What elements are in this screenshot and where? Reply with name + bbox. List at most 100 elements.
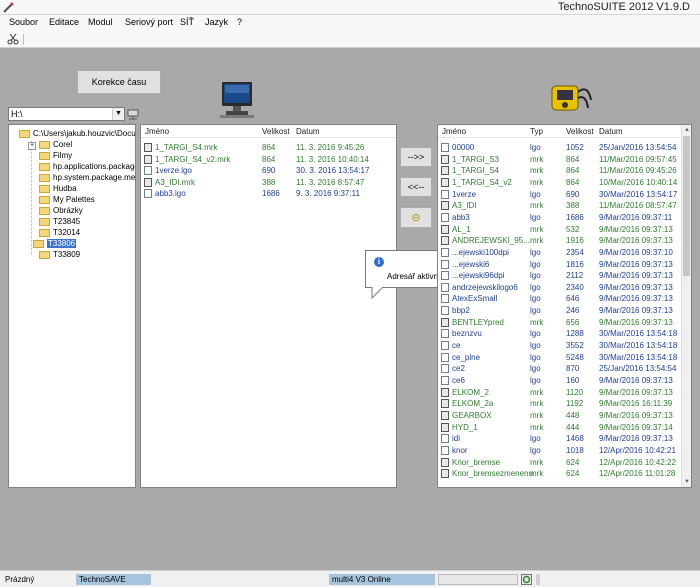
cell-size: 1018 [566, 445, 584, 455]
tree-folder-hudba[interactable]: Hudba [39, 183, 77, 194]
cell-date: 9/Mar/2016 09:37:13 [599, 317, 673, 327]
cell-name: ANDREJEWSKI_95... [452, 236, 530, 246]
mark-file-icon [144, 177, 152, 187]
tree-folder-obrazky[interactable]: Obrázky [39, 205, 83, 216]
table-row[interactable]: andrzejewskilogo6 lgo 2340 9/Mar/2016 09:37… [438, 282, 682, 293]
folder-tree[interactable]: C:\Users\jakub.houzvic\Docu + Corel Film… [8, 124, 136, 488]
table-row[interactable]: Knor_bremsezmeneno mrk 624 12/Apr/2016 11:0… [438, 468, 682, 479]
mark-file-icon [441, 387, 449, 397]
menu-sit[interactable]: SÍŤ [180, 17, 194, 27]
table-row[interactable]: ce2 lgo 870 25/Jan/2016 13:54:54 [438, 363, 682, 374]
table-row[interactable]: 1verze lgo 690 30/Mar/2016 13:54:17 [438, 189, 682, 200]
cell-type: lgo [530, 329, 541, 339]
table-row[interactable]: bbp2 lgo 246 9/Mar/2016 09:37:13 [438, 305, 682, 316]
table-row[interactable]: AtexExSmall lgo 646 9/Mar/2016 09:37:13 [438, 293, 682, 304]
cell-size: 1120 [566, 387, 584, 397]
table-row[interactable]: ce6 lgo 160 9/Mar/2016 09:37:13 [438, 375, 682, 386]
table-row[interactable]: ANDREJEWSKI_95... mrk 1916 9/Mar/2016 09:37… [438, 235, 682, 246]
table-row[interactable]: BENTLEYpred mrk 656 9/Mar/2016 09:37:13 [438, 317, 682, 328]
menu-modul[interactable]: Modul [88, 17, 113, 27]
status-module: TechnoSAVE [76, 574, 151, 585]
cell-size: 532 [566, 224, 580, 234]
table-row[interactable]: 1_TARGI_S4_v2 mrk 864 10/Mar/2016 10:40:14 [438, 177, 682, 188]
column-header-size[interactable]: Velikost [262, 127, 290, 136]
table-row[interactable]: abb3 lgo 1686 9/Mar/2016 09:37:11 [438, 212, 682, 223]
cell-name: ELKOM_2 [452, 387, 489, 397]
table-row[interactable]: ce lgo 3552 30/Mar/2016 13:54:18 [438, 340, 682, 351]
cell-date: 30/Mar/2016 13:54:17 [599, 189, 678, 199]
cell-date: 30/Mar/2016 13:54:18 [599, 341, 678, 351]
table-row[interactable]: ...ejewski100dpi lgo 2354 9/Mar/2016 09:37:… [438, 247, 682, 258]
table-row[interactable]: AL_1 mrk 532 9/Mar/2016 09:37:13 [438, 224, 682, 235]
mark-file-icon [441, 236, 449, 246]
cell-date: 11/Mar/2016 09:57:45 [599, 154, 677, 164]
tree-folder-t33809[interactable]: T33809 [39, 249, 80, 260]
column-header-type[interactable]: Typ [530, 127, 543, 136]
table-row[interactable]: 1_TARGI_S4_v2.mrk 864 11. 3. 2016 10:40:14 [141, 154, 396, 165]
table-row[interactable]: abb3.lgo 1686 9. 3. 2016 9:37:11 [141, 188, 396, 199]
chevron-down-icon[interactable]: ▼ [112, 108, 124, 120]
cell-size: 1916 [566, 236, 584, 246]
cell-size: 2354 [566, 247, 584, 257]
tree-folder-t33806-selected[interactable]: T33806 [33, 238, 77, 249]
tree-folder-filmy[interactable]: Filmy [39, 150, 72, 161]
scrollbar-thumb[interactable] [683, 136, 690, 276]
device-file-list[interactable]: Jméno Typ Velikost Datum 00000 lgo 1052 25/… [437, 124, 692, 488]
table-row[interactable]: ...ejewski6 lgo 1816 9/Mar/2016 09:37:13 [438, 259, 682, 270]
cell-type: mrk [530, 224, 544, 234]
menu-jazyk[interactable]: Jazyk [205, 17, 228, 27]
table-row[interactable]: ce_plne lgo 5248 30/Mar/2016 13:54:18 [438, 352, 682, 363]
column-header-date[interactable]: Datum [599, 127, 623, 136]
table-row[interactable]: 1verze.lgo 690 30. 3. 2016 13:54:17 [141, 165, 396, 176]
scissors-icon[interactable] [7, 33, 20, 45]
menu-editace[interactable]: Editace [49, 17, 79, 27]
column-header-size[interactable]: Velikost [566, 127, 594, 136]
refresh-icon[interactable] [521, 574, 532, 585]
scroll-down-icon[interactable]: ▼ [682, 477, 691, 487]
table-row[interactable]: 00000 lgo 1052 25/Jan/2016 13:54:54 [438, 142, 682, 153]
folder-icon [39, 162, 50, 171]
cell-size: 388 [262, 177, 276, 187]
time-correction-button[interactable]: Korekce času [77, 70, 161, 94]
table-row[interactable]: 1_TARGI_S4 mrk 864 11/Mar/2016 09:45:26 [438, 165, 682, 176]
table-row[interactable]: A3_IDI.mrk 388 11. 3. 2016 8:57:47 [141, 177, 396, 188]
table-row[interactable]: ELKOM_2a mrk 1192 9/Mar/2016 16:11:39 [438, 398, 682, 409]
table-row[interactable]: knor lgo 1018 12/Apr/2016 10:42:21 [438, 445, 682, 456]
tree-folder-t23845[interactable]: T23845 [39, 216, 80, 227]
column-header-name[interactable]: Jméno [442, 127, 466, 136]
menu-seriovy-port[interactable]: Seriový port [125, 17, 173, 27]
table-row[interactable]: beznzvu lgo 1288 30/Mar/2016 13:54:18 [438, 328, 682, 339]
tree-folder-my-palettes[interactable]: My Palettes [39, 194, 95, 205]
pc-file-list[interactable]: Jméno Velikost Datum 1_TARGI_S4.mrk 864 11… [140, 124, 397, 488]
column-header-date[interactable]: Datum [296, 127, 320, 136]
tree-folder-hp-system[interactable]: hp.system.package.metac [39, 172, 135, 183]
copy-to-pc-button[interactable]: <<-- [400, 177, 432, 197]
device-list-scrollbar[interactable]: ▲ ▼ [681, 125, 691, 487]
tree-folder-corel[interactable]: Corel [39, 139, 72, 150]
drive-select[interactable]: H:\ ▼ [8, 107, 125, 121]
tooltip-tail [371, 287, 384, 299]
table-row[interactable]: ELKOM_2 mrk 1120 9/Mar/2016 09:37:13 [438, 387, 682, 398]
table-row[interactable]: HYD_1 mrk 444 9/Mar/2016 09:37:14 [438, 422, 682, 433]
copy-to-device-button[interactable]: -->> [400, 147, 432, 167]
tree-folder-hp-applications[interactable]: hp.applications.package.a [39, 161, 135, 172]
column-header-name[interactable]: Jméno [145, 127, 169, 136]
table-row[interactable]: A3_IDI mrk 388 11/Mar/2016 08:57:47 [438, 200, 682, 211]
menu-help[interactable]: ? [237, 17, 242, 27]
table-row[interactable]: Knor_bremse mrk 624 12/Apr/2016 10:42:22 [438, 457, 682, 468]
expand-plus-icon[interactable]: + [28, 142, 36, 150]
table-row[interactable]: 1_TARGI_S4.mrk 864 11. 3. 2016 9:45:26 [141, 142, 396, 153]
network-drive-icon[interactable] [127, 108, 139, 120]
title-bar: TechnoSUITE 2012 V1.9.D [0, 0, 700, 15]
tree-folder-t32014[interactable]: T32014 [39, 227, 80, 238]
scroll-up-icon[interactable]: ▲ [682, 125, 691, 135]
table-row[interactable]: ...ejewski96dpi lgo 2112 9/Mar/2016 09:37:1… [438, 270, 682, 281]
table-row[interactable]: 1_TARGI_S3 mrk 864 11/Mar/2016 09:57:45 [438, 154, 682, 165]
cell-type: lgo [530, 306, 541, 316]
table-row[interactable]: idi lgo 1468 9/Mar/2016 09:37:13 [438, 433, 682, 444]
menu-soubor[interactable]: Soubor [9, 17, 38, 27]
cell-date: 9/Mar/2016 09:37:13 [599, 224, 673, 234]
refresh-icon[interactable]: ⊝ [400, 207, 432, 228]
table-row[interactable]: GEARBOX mrk 448 9/Mar/2016 09:37:13 [438, 410, 682, 421]
tree-root-folder[interactable]: C:\Users\jakub.houzvic\Docu [19, 128, 135, 139]
